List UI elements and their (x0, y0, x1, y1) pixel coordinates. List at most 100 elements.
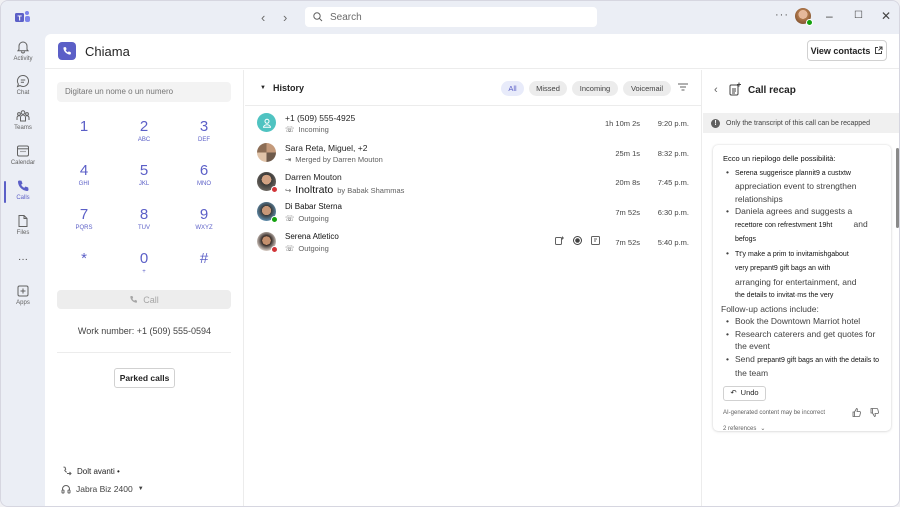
dial-key[interactable]: 0 + (124, 250, 164, 284)
history-row[interactable]: Di Babar Sterna ☏ Outgoing 7m 52s 6:30 p.… (245, 197, 702, 226)
rail-label: Calls (16, 195, 30, 201)
parked-calls-button[interactable]: Parked calls (114, 368, 175, 388)
rail-item-calendar[interactable]: Calendar (1, 144, 45, 178)
recap-bullet: Serena suggerisce plannit9 a custxtwDani… (726, 205, 883, 247)
maximize-icon[interactable]: ☐ (854, 10, 863, 21)
dial-key[interactable]: 6 MNO (184, 162, 224, 196)
rail-item-chat[interactable]: Chat (1, 74, 45, 108)
filter-missed[interactable]: Missed (529, 81, 567, 96)
history-title: History (272, 83, 304, 93)
dial-key-letters: GHI (78, 181, 90, 187)
rail-item-more[interactable]: ··· (1, 254, 45, 288)
thumbs-down-icon[interactable] (870, 408, 879, 418)
back-chevron-icon[interactable]: ‹ (714, 84, 718, 96)
teams-logo-icon: T (15, 11, 30, 23)
transcript-icon[interactable] (591, 236, 600, 245)
back-arrow-icon[interactable]: ‹ (261, 10, 265, 25)
recap-scrollbar[interactable] (896, 148, 899, 228)
references-toggle[interactable]: 2 references ⌄ (723, 423, 883, 436)
contact-avatar (257, 202, 278, 223)
close-icon[interactable]: ✕ (881, 9, 891, 23)
call-type-label: Merged by Darren Mouton (295, 155, 383, 164)
view-contacts-button[interactable]: View contacts (807, 40, 887, 61)
calls-app-icon (58, 42, 76, 60)
rail-item-teams[interactable]: Teams (1, 109, 45, 143)
search-input[interactable]: Search (305, 7, 597, 27)
caret-down-icon: ▼ (260, 85, 266, 91)
recap-icon (729, 82, 741, 96)
filter-voicemail[interactable]: Voicemail (623, 81, 671, 96)
contact-name: Serena Atletico (285, 232, 339, 241)
forwarded-call-icon: ↪ (285, 185, 292, 195)
history-row[interactable]: Serena Atletico ☏ Outgoing 7m 52s 5:40 p.… (245, 227, 702, 256)
dial-key[interactable]: 3 DEF (184, 118, 224, 152)
rail-item-files[interactable]: Files (1, 214, 45, 248)
dial-key[interactable]: 8 TUV (124, 206, 164, 240)
call-type: ☏ Incoming (285, 125, 329, 134)
call-button[interactable]: Call (57, 290, 231, 309)
recap-icon[interactable] (555, 236, 564, 245)
dial-key[interactable]: # (184, 250, 224, 284)
app-rail: Activity Chat Teams Calendar Calls Files… (1, 34, 45, 506)
history-panel: ▼ History All Missed Incoming Voicemail … (245, 70, 702, 506)
notice-text: Only the transcript of this call can be … (726, 119, 870, 127)
call-time: 7:45 p.m. (657, 178, 689, 187)
thumbs-up-icon[interactable] (852, 408, 861, 418)
rail-item-apps[interactable]: Apps (1, 284, 45, 318)
filter-incoming[interactable]: Incoming (572, 81, 618, 96)
call-duration: 7m 52s (615, 208, 640, 217)
recap-header: ‹ Call recap (703, 70, 899, 108)
page-header: Chiama View contacts (45, 34, 899, 69)
outgoing-call-icon: ☏ (285, 244, 295, 253)
divider (57, 352, 231, 353)
user-avatar[interactable] (795, 8, 813, 26)
presence-busy-icon (271, 186, 278, 193)
forward-arrow-icon[interactable]: › (283, 10, 287, 25)
call-duration: 7m 52s (615, 238, 640, 247)
recap-intro: Ecco un riepilogo delle possibilità: (723, 154, 836, 163)
dial-key-digit: 2 (139, 118, 149, 135)
dial-key[interactable]: 1 (64, 118, 104, 152)
presence-available-icon (271, 216, 278, 223)
call-type-label: Outgoing (298, 214, 329, 223)
chevron-down-icon: ▼ (137, 486, 144, 492)
call-forwarding-setting[interactable]: Dolt avanti • (61, 466, 120, 477)
dial-key[interactable]: * (64, 250, 104, 284)
history-row[interactable]: +1 (509) 555-4925 ☏ Incoming 1h 10m 2s 9:… (245, 108, 702, 137)
history-row[interactable]: Darren Mouton ↪ Inoltrato by Babak Shammas… (245, 167, 702, 196)
merged-call-icon: ⇥ (285, 155, 292, 164)
followup-item: Book the Downtown Marriot hotel (726, 315, 883, 328)
recap-card: Ecco un riepilogo delle possibilità: Ser… (713, 145, 891, 432)
undo-button[interactable]: ↶ Undo (723, 385, 766, 401)
rail-item-calls[interactable]: Calls (1, 179, 45, 213)
filter-icon[interactable] (678, 83, 688, 91)
rail-label: Calendar (10, 160, 36, 166)
filter-all[interactable]: All (501, 81, 524, 96)
dial-key[interactable]: 5 JKL (124, 162, 164, 196)
dial-key[interactable]: 4 GHI (64, 162, 104, 196)
rail-item-activity[interactable]: Activity (1, 40, 45, 74)
bell-icon (16, 41, 30, 54)
dial-key[interactable]: 7 PQRS (64, 206, 104, 240)
dial-key[interactable]: 9 WXYZ (184, 206, 224, 240)
apps-icon (17, 285, 29, 297)
history-row[interactable]: Sara Reta, Miguel, +2 ⇥ Merged by Darren … (245, 138, 702, 167)
audio-device-selector[interactable]: Jabra Biz 2400 ▼ (61, 484, 144, 494)
dial-key-digit: 0 (139, 250, 149, 267)
recording-icon[interactable] (573, 236, 582, 245)
forward-label: Dolt avanti • (77, 467, 120, 476)
rail-label: Chat (16, 90, 30, 96)
presence-busy-icon (271, 246, 278, 253)
contact-name: Di Babar Sterna (285, 202, 342, 211)
dial-key-digit: 5 (139, 162, 149, 179)
open-external-icon (875, 46, 883, 54)
dial-key-letters: ABC (137, 137, 151, 143)
group-avatar (257, 143, 276, 162)
rail-label: Apps (16, 300, 30, 306)
followup-item: Send prepant9 gift bags an with the deta… (726, 353, 883, 380)
more-options-icon[interactable]: ··· (775, 9, 789, 21)
dial-key[interactable]: 2 ABC (124, 118, 164, 152)
history-toggle[interactable]: ▼ History (260, 83, 304, 93)
minimize-icon[interactable]: – (826, 9, 833, 23)
dial-input[interactable] (57, 82, 231, 102)
